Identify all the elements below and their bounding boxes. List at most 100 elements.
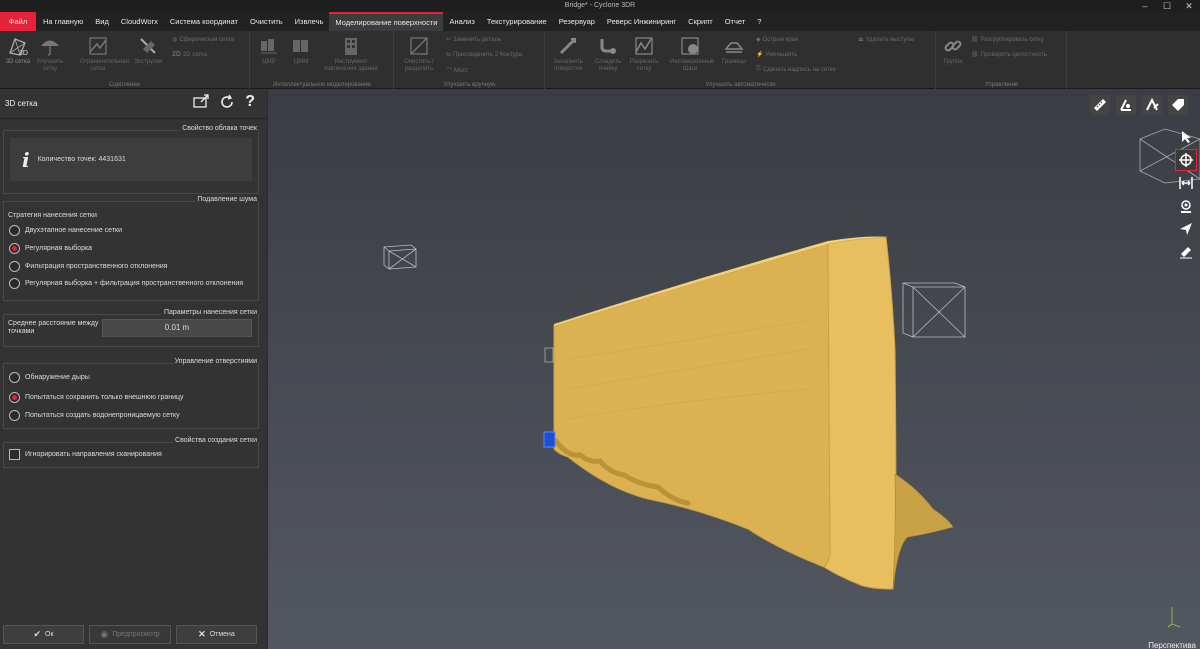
menu-texturing[interactable]: Текстурирование <box>481 12 553 31</box>
bridge-icon: ⌒ <box>446 69 453 75</box>
radio-button[interactable] <box>9 410 20 421</box>
group-label-meshing: Сцепление <box>108 82 141 88</box>
ungroup-label: Разгруппировать сетку <box>980 36 1044 43</box>
ignore-scan-checkbox[interactable] <box>9 449 20 460</box>
dem-button[interactable]: ЦММ <box>285 35 317 66</box>
smooth-mesh-button[interactable]: Улучшить сетку <box>32 35 68 72</box>
menu-script[interactable]: Скрипт <box>682 12 719 31</box>
tag-icon[interactable] <box>1168 95 1188 115</box>
camera-icon[interactable] <box>1175 195 1197 217</box>
reduce-button[interactable]: ⚡ Уменьшить <box>756 51 797 59</box>
menu-home[interactable]: На главную <box>37 12 89 31</box>
dem-icon <box>293 40 308 52</box>
menu-help[interactable]: ? <box>751 12 767 31</box>
cancel-button[interactable]: ✕ Отмена <box>176 625 257 644</box>
distance-input[interactable]: 0.01 m <box>102 319 252 337</box>
window-title: Bridge* - Cyclone 3DR <box>564 2 636 9</box>
ruler-icon[interactable] <box>1090 95 1110 115</box>
scene-canvas[interactable] <box>268 89 1200 649</box>
zoom-fit-icon[interactable] <box>1175 172 1197 194</box>
strategy-option-combined[interactable]: Регулярная выборка + фильтрация простран… <box>9 278 243 289</box>
spherical-mesh-button[interactable]: ◍ Сферическая сетка <box>172 36 234 44</box>
check-integrity-button[interactable]: ⛓ Проверить целостность <box>971 51 1047 59</box>
reduce-label: Уменьшить <box>765 51 797 58</box>
bridge-button[interactable]: ⌒ Мост <box>446 66 468 76</box>
menu-extract[interactable]: Извлечь <box>289 12 330 31</box>
small-marker <box>544 347 554 363</box>
radio-button[interactable] <box>9 261 20 272</box>
eraser-icon[interactable] <box>1175 241 1197 263</box>
option-label: Регулярная выборка <box>25 245 93 252</box>
menu-coordinate-system[interactable]: Система координат <box>164 12 244 31</box>
close-button[interactable]: ✕ <box>1178 0 1200 12</box>
help-icon[interactable]: ? <box>245 94 255 112</box>
inspection-icon <box>681 37 699 55</box>
menu-file[interactable]: Файл <box>0 12 36 31</box>
radio-button-selected[interactable] <box>9 392 20 403</box>
cut-mesh-button[interactable]: Разрезать сетку <box>626 35 662 72</box>
mesh2d-button[interactable]: 2D 2D сетка <box>172 51 207 58</box>
option-label: Попытаться сохранить только внешнюю гран… <box>25 394 184 401</box>
maximize-button[interactable]: ☐ <box>1156 0 1178 12</box>
point-count-label: Количество точек: 4431631 <box>37 156 126 163</box>
clean-split-label: Очистить / разделить <box>404 59 434 72</box>
remove-spikes-button[interactable]: ⏏ Удалить выступы <box>858 36 914 44</box>
boundaries-button[interactable]: Границы <box>716 35 752 66</box>
ungroup-button[interactable]: ⛓ Разгруппировать сетку <box>971 36 1044 44</box>
ribbon-group-improve-manual: Очистить / разделить ✂ Заменить деталь ⇆ П… <box>395 31 545 89</box>
menu-surface-modeling[interactable]: Моделирование поверхности <box>329 12 444 31</box>
extrusion-button[interactable]: Экструзия <box>130 35 166 66</box>
fill-holes-button[interactable]: Заполнить отверстия <box>548 35 588 72</box>
dtm-button[interactable]: ЦМР <box>253 35 285 66</box>
join-contours-button[interactable]: ⇆ Присоединить 2 Контура <box>446 51 523 59</box>
ungroup-icon: ⛓ <box>971 37 979 43</box>
select-arrow-icon[interactable] <box>1175 126 1197 148</box>
group-button[interactable]: Группа <box>937 35 969 66</box>
ribbon-group-manage: Группа ⛓ Разгруппировать сетку ⛓ Проверить… <box>937 31 1067 89</box>
constrained-mesh-button[interactable]: Ограничительная сетка <box>80 35 129 72</box>
strategy-option-regular[interactable]: Регулярная выборка <box>9 243 92 254</box>
ok-button[interactable]: ✔ Ок <box>3 625 84 644</box>
menu-report[interactable]: Отчет <box>719 12 752 31</box>
boundaries-icon <box>724 42 744 53</box>
minimize-button[interactable]: – <box>1134 0 1156 12</box>
strategy-option-two-step[interactable]: Двухэтапное нанесение сетки <box>9 225 122 236</box>
radio-button[interactable] <box>9 372 20 383</box>
preview-button[interactable]: ◉ Предпросмотр <box>89 625 171 644</box>
mesh3d-icon: 3D <box>9 38 28 57</box>
smooth-cell-button[interactable]: Сгладить ячейку <box>590 35 626 72</box>
sharp-edges-button[interactable]: ◆ Острые края <box>756 36 798 44</box>
ribbon-group-meshing: 3D 3D сетка Улучшить сетку Ограничительн… <box>0 31 250 89</box>
radio-button[interactable] <box>9 225 20 236</box>
rotate-center-icon[interactable] <box>1175 149 1197 171</box>
export-icon[interactable] <box>193 94 209 112</box>
inspection-steps-button[interactable]: Инспекционные Шаги <box>670 35 714 72</box>
menu-reverse-engineering[interactable]: Реверс Инжиниринг <box>601 12 682 31</box>
radio-button[interactable] <box>9 278 20 289</box>
ignore-scan-checkbox-row[interactable]: Игнорировать направления сканирования <box>9 449 162 460</box>
clean-split-button[interactable]: Очистить / разделить <box>401 35 437 72</box>
3d-viewport[interactable]: Перспектива <box>268 89 1200 649</box>
join-contours-label: Присоединить 2 Контура <box>453 51 523 58</box>
mesh3d-button[interactable]: 3D 3D сетка <box>0 35 36 66</box>
make-label-button[interactable]: ⎘ Сделать надпись на сетке <box>756 66 836 73</box>
hole-option-outer[interactable]: Попытаться сохранить только внешнюю гран… <box>9 392 184 403</box>
refresh-icon[interactable] <box>219 94 235 112</box>
strategy-option-deviation[interactable]: Фильтрация пространственного отклонения <box>9 261 168 272</box>
replace-part-button[interactable]: ✂ Заменить деталь <box>446 36 501 44</box>
building-tool-button[interactable]: Инструмент извлечения зданий <box>323 35 379 72</box>
hole-option-watertight[interactable]: Попытаться создать водонепроницаемую сет… <box>9 410 180 421</box>
ignore-scan-label: Игнорировать направления сканирования <box>25 451 162 458</box>
dtm-label: ЦМР <box>262 59 276 65</box>
send-icon[interactable] <box>1175 218 1197 240</box>
label-icon: ⎘ <box>756 66 761 72</box>
hole-option-detect[interactable]: Обнаружение дыры <box>9 372 90 383</box>
menu-view[interactable]: Вид <box>89 12 115 31</box>
menu-cloudworx[interactable]: CloudWorx <box>115 12 164 31</box>
menu-tank[interactable]: Резервуар <box>553 12 601 31</box>
radio-button-selected[interactable] <box>9 243 20 254</box>
angle-measure-icon[interactable] <box>1116 95 1136 115</box>
menu-analysis[interactable]: Анализ <box>443 12 480 31</box>
menu-clean[interactable]: Очистить <box>244 12 289 31</box>
inspect-icon[interactable] <box>1142 95 1162 115</box>
